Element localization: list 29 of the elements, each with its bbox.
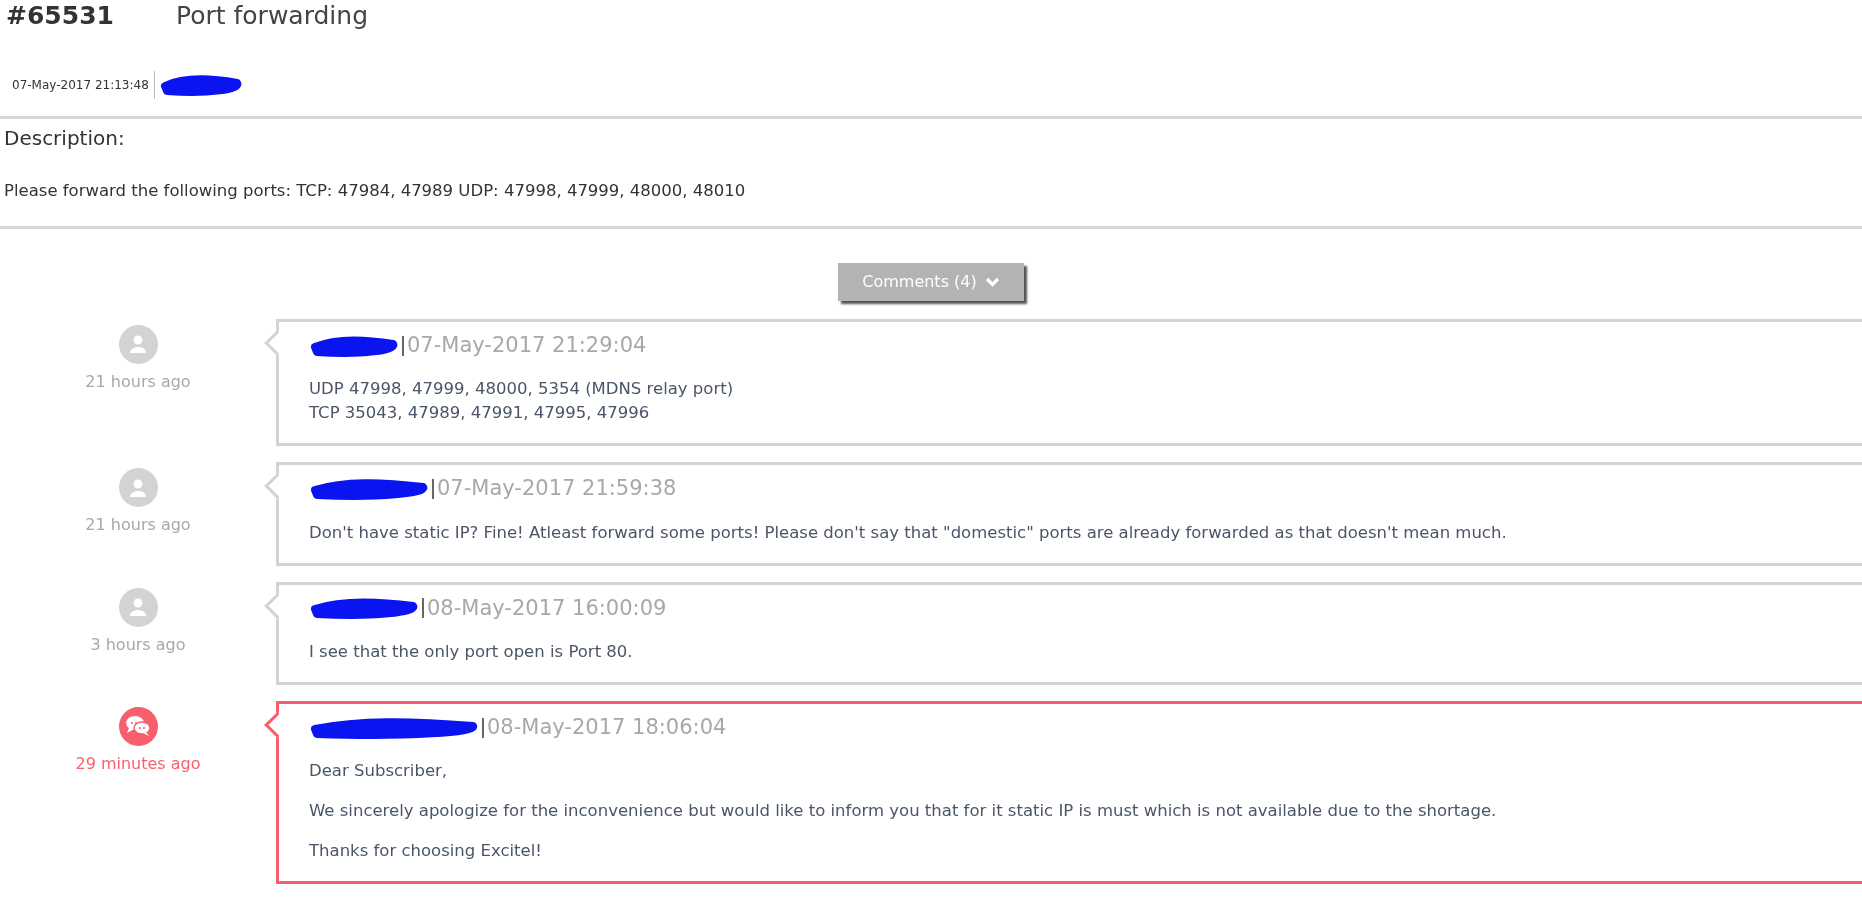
comment-text: UDP 47998, 47999, 48000, 5354 (MDNS relay port) TCP 35043, 47989, 47991, 47995, 47996	[309, 378, 735, 425]
comment-text: We sincerely apologize for the inconvenience but would like to inform you that for it static IP is must which is not available due to the shortage.	[309, 800, 1498, 823]
chat-bubbles-icon	[125, 715, 151, 738]
description-text: Please forward the following ports: TCP: 47984, 47989 UDP: 47998, 47999, 48000, 48010	[3, 180, 747, 202]
comments-button[interactable]: Comments (4)	[838, 262, 1024, 301]
comment-text: Thanks for choosing Excitel!	[309, 840, 543, 863]
user-icon	[130, 478, 146, 497]
separator	[422, 598, 424, 619]
description-label: Description:	[3, 125, 126, 152]
comment-date: 07-May-2017 21:29:04	[407, 331, 647, 359]
comment-date: 08-May-2017 16:00:09	[427, 594, 667, 622]
created-date: 07-May-2017 21:13:48	[12, 71, 155, 99]
comment-date: 07-May-2017 21:59:38	[437, 475, 677, 503]
user-icon	[130, 598, 146, 616]
time-ago: 21 hours ago	[85, 514, 191, 537]
time-ago: 29 minutes ago	[75, 752, 201, 775]
separator	[402, 335, 404, 356]
user-icon	[130, 335, 146, 354]
comment-text: Don't have static IP? Fine! Atleast forward some ports! Please don't say that "domestic" ports are already forwarded as that doesn't mean much.	[309, 521, 1508, 544]
comment-text: Dear Subscriber,	[309, 760, 449, 783]
time-ago: 3 hours ago	[90, 633, 186, 656]
separator	[432, 478, 434, 499]
comment-date: 08-May-2017 18:06:04	[487, 713, 727, 741]
ticket-number: #65531	[6, 0, 115, 32]
separator	[482, 717, 484, 738]
time-ago: 21 hours ago	[85, 370, 191, 393]
ticket-title: Port forwarding	[176, 0, 369, 32]
comment-text: I see that the only port open is Port 80.	[309, 641, 634, 663]
chevron-down-icon	[984, 276, 1000, 287]
